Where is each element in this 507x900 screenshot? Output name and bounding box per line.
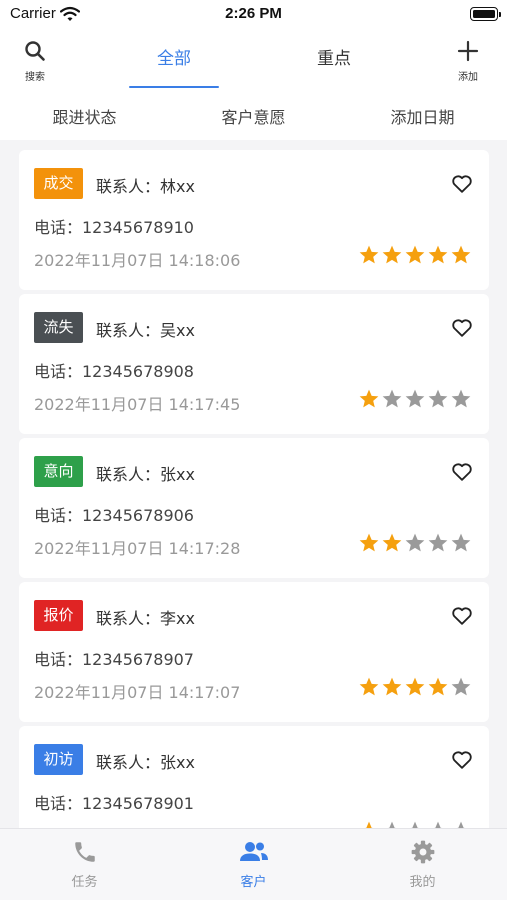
customer-card[interactable]: 意向 联系人：张xx 电话：12345678906 2022年11月07日 14… bbox=[19, 438, 489, 578]
rating-stars bbox=[358, 388, 472, 410]
search-button[interactable]: 搜索 bbox=[10, 40, 60, 83]
customer-card[interactable]: 报价 联系人：李xx 电话：12345678907 2022年11月07日 14… bbox=[19, 582, 489, 722]
tab-customers[interactable]: 客户 bbox=[169, 839, 338, 890]
status-badge: 流失 bbox=[34, 312, 83, 343]
contact-name: 联系人：张xx bbox=[96, 753, 195, 772]
phone-number: 电话：12345678908 bbox=[34, 362, 194, 381]
status-badge: 意向 bbox=[34, 456, 83, 487]
status-badge: 报价 bbox=[34, 600, 83, 631]
heart-icon[interactable] bbox=[451, 749, 473, 771]
customer-list: 成交 联系人：林xx 电话：12345678910 2022年11月07日 14… bbox=[19, 150, 489, 870]
add-label: 添加 bbox=[458, 72, 478, 83]
star-filled-icon bbox=[382, 533, 402, 552]
tab-mine-label: 我的 bbox=[409, 875, 436, 890]
search-label: 搜索 bbox=[25, 72, 45, 83]
filter-customer-intent[interactable]: 客户意愿 bbox=[169, 90, 338, 146]
star-empty-icon bbox=[428, 533, 448, 552]
search-icon bbox=[25, 41, 45, 61]
star-filled-icon bbox=[359, 245, 379, 264]
customer-card[interactable]: 成交 联系人：林xx 电话：12345678910 2022年11月07日 14… bbox=[19, 150, 489, 290]
add-button[interactable]: 添加 bbox=[443, 40, 493, 83]
star-filled-icon bbox=[428, 245, 448, 264]
star-filled-icon bbox=[359, 677, 379, 696]
status-badge: 初访 bbox=[34, 744, 83, 775]
filter-follow-status[interactable]: 跟进状态 bbox=[0, 90, 169, 146]
tab-tasks-label: 任务 bbox=[71, 875, 98, 890]
star-filled-icon bbox=[382, 245, 402, 264]
rating-stars bbox=[358, 532, 472, 554]
contact-name: 联系人：林xx bbox=[96, 177, 195, 196]
heart-icon[interactable] bbox=[451, 173, 473, 195]
added-date: 2022年11月07日 14:17:07 bbox=[34, 683, 241, 702]
tab-all[interactable]: 全部 bbox=[129, 30, 219, 90]
filter-bar: 跟进状态 客户意愿 添加日期 bbox=[0, 90, 507, 140]
rating-stars bbox=[358, 244, 472, 266]
status-bar: Carrier 2:26 PM bbox=[0, 0, 507, 30]
customer-card[interactable]: 流失 联系人：吴xx 电话：12345678908 2022年11月07日 14… bbox=[19, 294, 489, 434]
contact-name: 联系人：李xx bbox=[96, 609, 195, 628]
bottom-tab-bar: 任务 客户 我的 bbox=[0, 828, 507, 900]
contact-name: 联系人：张xx bbox=[96, 465, 195, 484]
star-empty-icon bbox=[451, 389, 471, 408]
status-badge: 成交 bbox=[34, 168, 83, 199]
tab-tasks[interactable]: 任务 bbox=[0, 839, 169, 890]
phone-number: 电话：12345678907 bbox=[34, 650, 194, 669]
star-empty-icon bbox=[382, 389, 402, 408]
heart-icon[interactable] bbox=[451, 461, 473, 483]
battery-icon bbox=[470, 7, 501, 21]
rating-stars bbox=[358, 676, 472, 698]
tab-mine[interactable]: 我的 bbox=[338, 839, 507, 890]
star-empty-icon bbox=[405, 533, 425, 552]
star-empty-icon bbox=[405, 389, 425, 408]
heart-icon[interactable] bbox=[451, 317, 473, 339]
gear-icon bbox=[411, 840, 434, 864]
top-nav: 搜索 全部 重点 添加 bbox=[0, 30, 507, 90]
phone-number: 电话：12345678901 bbox=[34, 794, 194, 813]
filter-add-date[interactable]: 添加日期 bbox=[338, 90, 507, 146]
contact-name: 联系人：吴xx bbox=[96, 321, 195, 340]
phone-number: 电话：12345678906 bbox=[34, 506, 194, 525]
star-filled-icon bbox=[428, 677, 448, 696]
users-icon bbox=[239, 842, 268, 861]
star-empty-icon bbox=[428, 389, 448, 408]
star-filled-icon bbox=[382, 677, 402, 696]
star-filled-icon bbox=[359, 533, 379, 552]
star-empty-icon bbox=[451, 533, 471, 552]
added-date: 2022年11月07日 14:17:45 bbox=[34, 395, 241, 414]
added-date: 2022年11月07日 14:18:06 bbox=[34, 251, 241, 270]
heart-icon[interactable] bbox=[451, 605, 473, 627]
clock-label: 2:26 PM bbox=[225, 5, 282, 22]
tab-key[interactable]: 重点 bbox=[289, 30, 379, 90]
star-filled-icon bbox=[405, 677, 425, 696]
plus-icon bbox=[457, 40, 479, 62]
star-filled-icon bbox=[451, 245, 471, 264]
star-filled-icon bbox=[359, 389, 379, 408]
phone-number: 电话：12345678910 bbox=[34, 218, 194, 237]
added-date: 2022年11月07日 14:17:28 bbox=[34, 539, 241, 558]
phone-icon bbox=[74, 842, 95, 862]
star-filled-icon bbox=[405, 245, 425, 264]
tab-customers-label: 客户 bbox=[240, 875, 267, 890]
star-empty-icon bbox=[451, 677, 471, 696]
